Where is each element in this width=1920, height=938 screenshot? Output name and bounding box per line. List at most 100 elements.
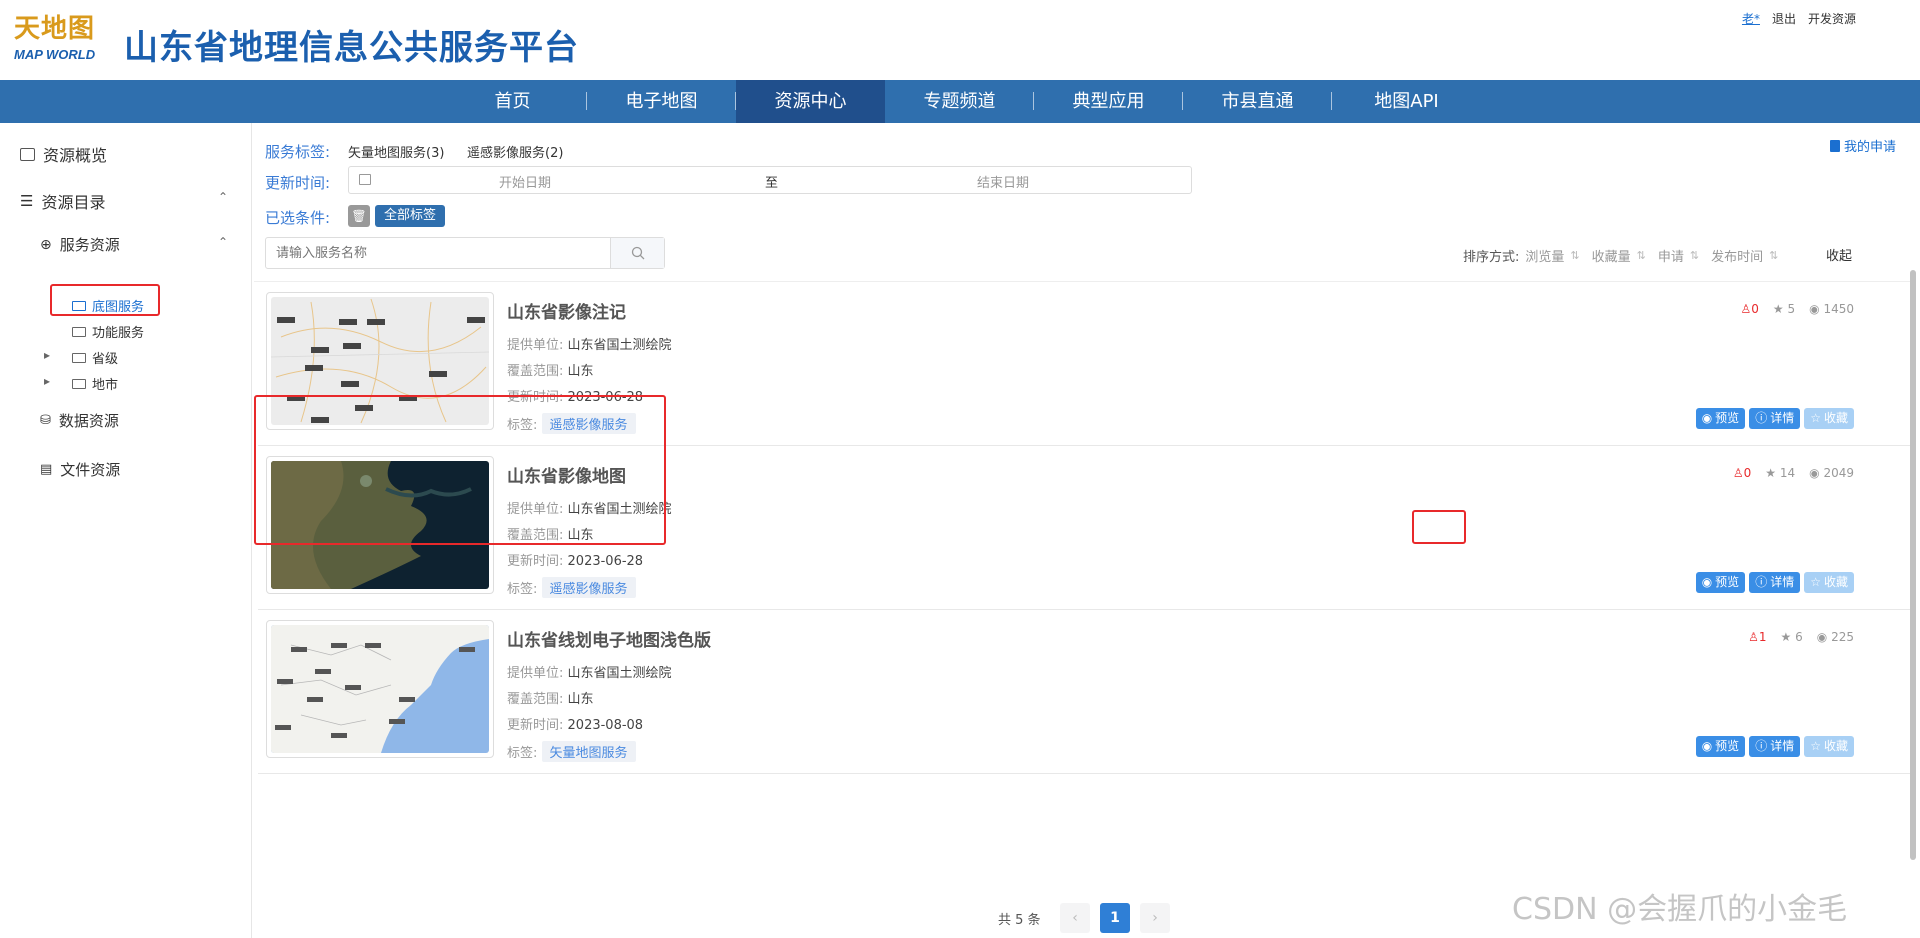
date-separator: 至: [765, 176, 779, 191]
sidebar-item-service-resource[interactable]: ⊕ 服务资源: [40, 234, 120, 255]
tag-option-remote-sensing[interactable]: 遥感影像服务(2): [467, 142, 563, 161]
favorite-button[interactable]: ☆ 收藏: [1804, 408, 1854, 429]
star-icon: ★: [1765, 466, 1777, 480]
detail-button[interactable]: ⓘ 详情: [1749, 572, 1801, 593]
meta-key: 提供单位:: [507, 666, 564, 681]
thumbnail-frame[interactable]: [266, 620, 494, 758]
star-icon: ★: [1772, 302, 1784, 316]
sidebar-item-data-resource[interactable]: ⛁ 数据资源: [40, 410, 119, 431]
meta-key: 提供单位:: [507, 338, 564, 353]
start-date-field[interactable]: 开始日期: [499, 172, 551, 191]
meta-value: 2023-06-28: [567, 554, 644, 569]
sort-by-publish-time[interactable]: 发布时间: [1711, 246, 1763, 265]
selected-filter-label: 已选条件:: [265, 209, 331, 227]
apply-count: ♙0: [1733, 466, 1751, 480]
card-updated: 更新时间: 2023-06-28: [507, 550, 643, 569]
caret-right-icon[interactable]: ▸: [44, 348, 50, 362]
sidebar-label: 地市: [92, 378, 119, 393]
sidebar-item-file-resource[interactable]: ▤ 文件资源: [40, 459, 120, 480]
globe-icon: ⊕: [40, 236, 52, 253]
tag-chip[interactable]: 遥感影像服务: [541, 577, 636, 598]
nav-item-home[interactable]: 首页: [438, 80, 587, 123]
caret-right-icon[interactable]: ▸: [44, 374, 50, 388]
card-provider: 提供单位: 山东省国土测绘院: [507, 334, 672, 353]
main-navbar: 首页 电子地图 资源中心 专题频道 典型应用 市县直通 地图API: [0, 80, 1920, 123]
meta-value: 山东省国土测绘院: [567, 338, 672, 353]
logo-english: MAP WORLD: [14, 47, 96, 62]
card-stats: ♙0 ★ 14 ◉ 2049: [1733, 466, 1854, 480]
sort-by-favorites[interactable]: 收藏量: [1592, 246, 1631, 265]
meta-value: 山东: [567, 364, 594, 379]
detail-button[interactable]: ⓘ 详情: [1749, 736, 1801, 757]
meta-value: 山东省国土测绘院: [567, 666, 672, 681]
card-coverage: 覆盖范围: 山东: [507, 688, 594, 707]
card-title[interactable]: 山东省线划电子地图浅色版: [507, 626, 711, 651]
my-apply-label: 我的申请: [1843, 140, 1896, 155]
nav-item-topics[interactable]: 专题频道: [885, 80, 1034, 123]
sort-by-applies[interactable]: 申请: [1658, 246, 1684, 265]
sort-label: 排序方式:: [1463, 250, 1520, 265]
info-icon: ⓘ: [1755, 575, 1768, 589]
card-actions: ◉ 预览 ⓘ 详情 ☆ 收藏: [1695, 736, 1854, 757]
page-1-button[interactable]: 1: [1100, 903, 1130, 933]
card-actions: ◉ 预览 ⓘ 详情 ☆ 收藏: [1695, 572, 1854, 593]
all-tags-button[interactable]: 全部标签: [375, 205, 446, 227]
logout-link[interactable]: 退出: [1772, 10, 1796, 27]
sidebar-item-overview[interactable]: 资源概览: [20, 142, 107, 166]
star-count: ★ 14: [1765, 466, 1795, 480]
prev-page-button[interactable]: ‹: [1060, 903, 1090, 933]
sidebar-item-function[interactable]: 功能服务: [72, 322, 144, 341]
tianditu-logo[interactable]: 天地图 MAP WORLD: [14, 8, 114, 70]
sidebar-label: 文件资源: [60, 461, 121, 479]
sidebar-label: 省级: [92, 352, 119, 367]
tag-chip[interactable]: 矢量地图服务: [541, 741, 636, 762]
detail-button[interactable]: ⓘ 详情: [1749, 408, 1801, 429]
sidebar-item-province[interactable]: 省级: [72, 348, 118, 367]
scrollbar[interactable]: [1910, 270, 1916, 860]
tag-filter-label: 服务标签:: [265, 143, 331, 161]
favorite-button[interactable]: ☆ 收藏: [1804, 736, 1854, 757]
favorite-button[interactable]: ☆ 收藏: [1804, 572, 1854, 593]
nav-item-city-county[interactable]: 市县直通: [1183, 80, 1332, 123]
user-icon: ♙: [1732, 466, 1744, 480]
preview-button[interactable]: ◉ 预览: [1695, 572, 1746, 593]
end-date-field[interactable]: 结束日期: [977, 172, 1029, 191]
button-label: 预览: [1715, 739, 1740, 753]
sort-bar: 排序方式: 浏览量 ⇅ 收藏量 ⇅ 申请 ⇅ 发布时间 ⇅: [1463, 246, 1784, 265]
folder-icon: [72, 326, 86, 337]
highlight-box: [254, 395, 666, 545]
main-content: 服务标签: 矢量地图服务(3) 遥感影像服务(2) 更新时间: 开始日期 至 结…: [252, 123, 1920, 938]
next-page-button[interactable]: ›: [1140, 903, 1170, 933]
sort-by-views[interactable]: 浏览量: [1525, 246, 1564, 265]
nav-item-resource-center[interactable]: 资源中心: [736, 80, 885, 123]
preview-button[interactable]: ◉ 预览: [1695, 736, 1746, 757]
total-count: 共 5 条: [998, 913, 1041, 928]
clear-filters-button[interactable]: 🗑: [348, 205, 370, 227]
sort-arrows-icon: ⇅: [1636, 249, 1646, 262]
card-title[interactable]: 山东省影像注记: [507, 298, 626, 323]
sidebar-item-city[interactable]: 地市: [72, 374, 118, 393]
highlight-box: [1412, 510, 1466, 544]
meta-key: 覆盖范围:: [507, 364, 564, 379]
nav-item-applications[interactable]: 典型应用: [1034, 80, 1183, 123]
date-range-picker[interactable]: 开始日期 至 结束日期: [348, 166, 1192, 194]
chevron-up-icon[interactable]: ⌃: [218, 190, 228, 204]
search-button[interactable]: [610, 238, 664, 268]
tag-option-vector[interactable]: 矢量地图服务(3): [348, 142, 444, 161]
sidebar-item-catalog[interactable]: ☰ 资源目录: [20, 189, 105, 213]
service-card[interactable]: 山东省线划电子地图浅色版 提供单位: 山东省国土测绘院 覆盖范围: 山东 更新时…: [258, 610, 1914, 774]
nav-item-map-api[interactable]: 地图API: [1332, 80, 1481, 123]
dev-resource-link[interactable]: 开发资源: [1808, 10, 1856, 27]
view-value: 225: [1831, 630, 1854, 644]
my-apply-link[interactable]: 我的申请: [1829, 136, 1896, 155]
search-input[interactable]: [266, 238, 610, 268]
user-link[interactable]: 老*: [1742, 10, 1760, 27]
nav-item-emap[interactable]: 电子地图: [587, 80, 736, 123]
preview-button[interactable]: ◉ 预览: [1695, 408, 1746, 429]
chevron-up-icon[interactable]: ⌃: [218, 235, 228, 249]
eye-icon: ◉: [1816, 630, 1828, 644]
card-provider: 提供单位: 山东省国土测绘院: [507, 662, 672, 681]
collapse-button[interactable]: 收起: [1826, 245, 1852, 264]
card-actions: ◉ 预览 ⓘ 详情 ☆ 收藏: [1695, 408, 1854, 429]
star-value: 6: [1795, 630, 1803, 644]
